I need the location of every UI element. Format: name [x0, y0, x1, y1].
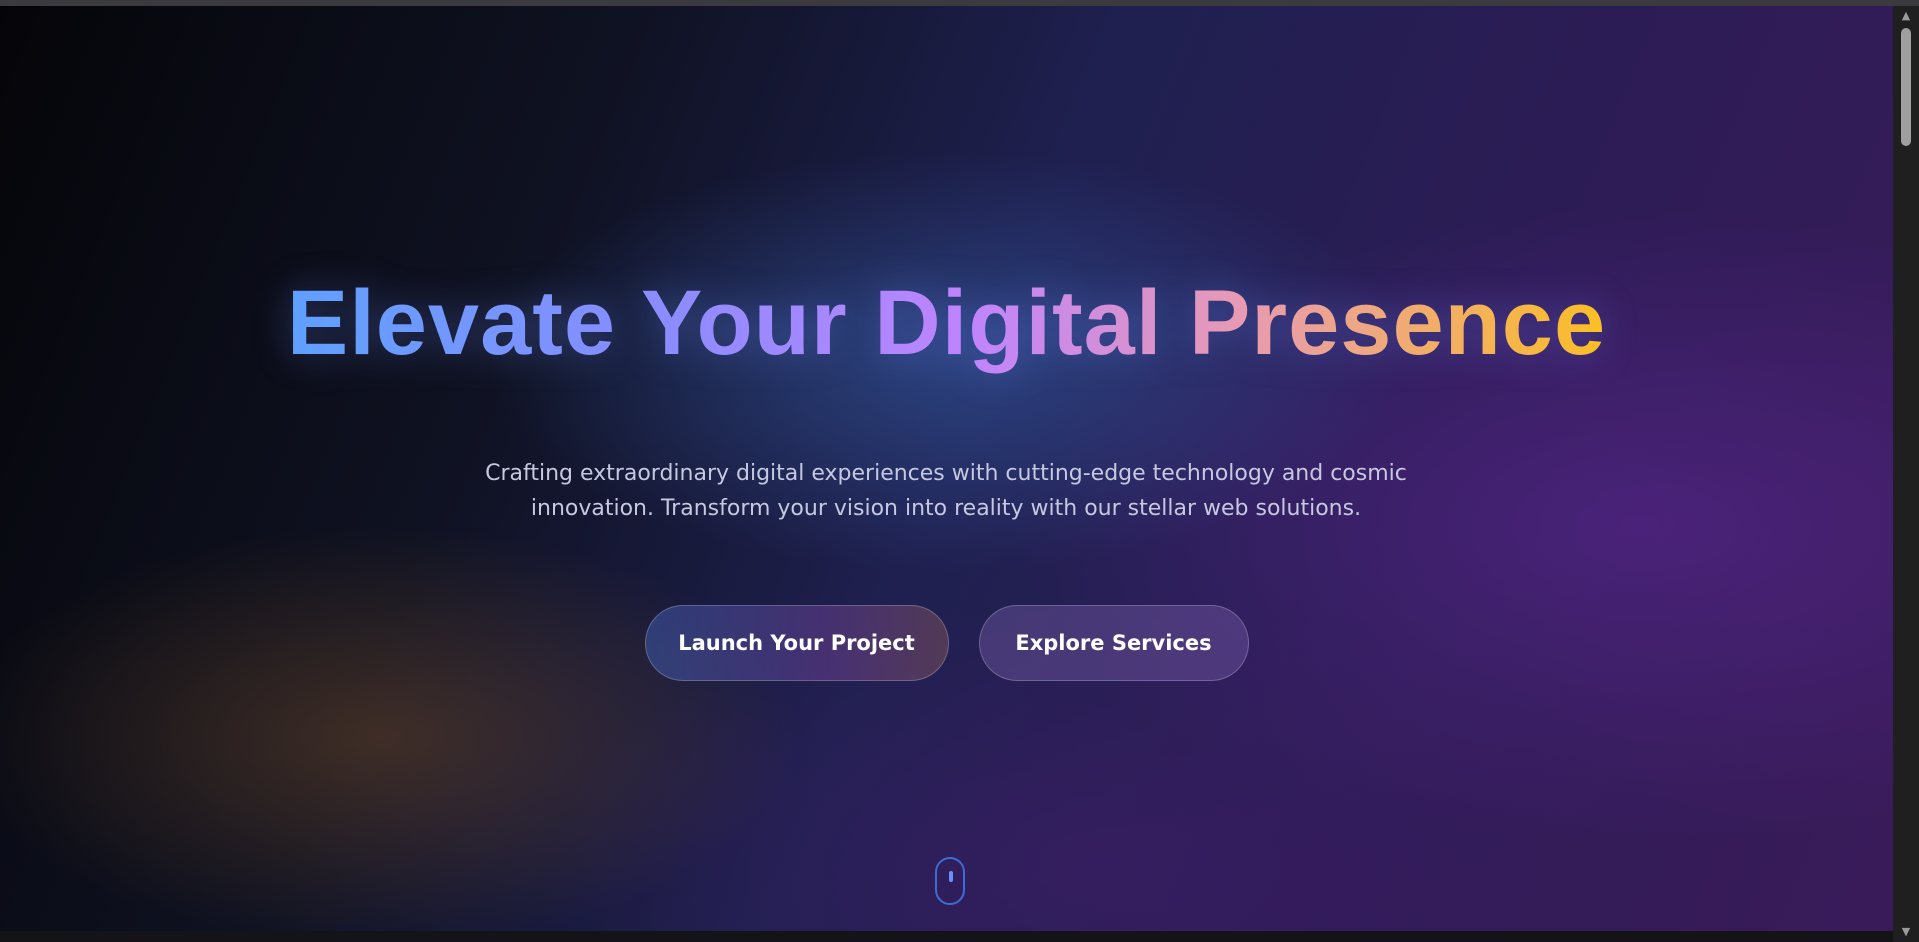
browser-window: Elevate Your Digital Presence Elevate Yo…	[0, 0, 1919, 942]
hero-subtitle-line-2: innovation. Transform your vision into r…	[530, 496, 1362, 521]
explore-services-button[interactable]: Explore Services	[978, 605, 1249, 681]
mouse-scroll-icon[interactable]	[935, 857, 965, 905]
chevron-down-icon[interactable]: ▼	[1893, 922, 1919, 942]
hero-section: Elevate Your Digital Presence Elevate Yo…	[0, 6, 1893, 931]
chevron-up-icon[interactable]: ▲	[1893, 6, 1919, 26]
hero-title: Elevate Your Digital Presence	[0, 271, 1893, 377]
cta-button-group: Launch Your Project Explore Services	[0, 605, 1893, 681]
window-bottom-edge	[0, 931, 1893, 942]
hero-subtitle-line-1: Crafting extraordinary digital experienc…	[485, 461, 1407, 486]
scrollbar-thumb[interactable]	[1901, 28, 1911, 146]
launch-project-button[interactable]: Launch Your Project	[644, 605, 949, 681]
mouse-wheel-dot	[949, 871, 953, 882]
vertical-scrollbar[interactable]: ▲ ▼	[1893, 6, 1919, 942]
hero-title-text: Elevate Your Digital Presence	[287, 271, 1606, 377]
hero-subtitle: Crafting extraordinary digital experienc…	[446, 456, 1446, 526]
